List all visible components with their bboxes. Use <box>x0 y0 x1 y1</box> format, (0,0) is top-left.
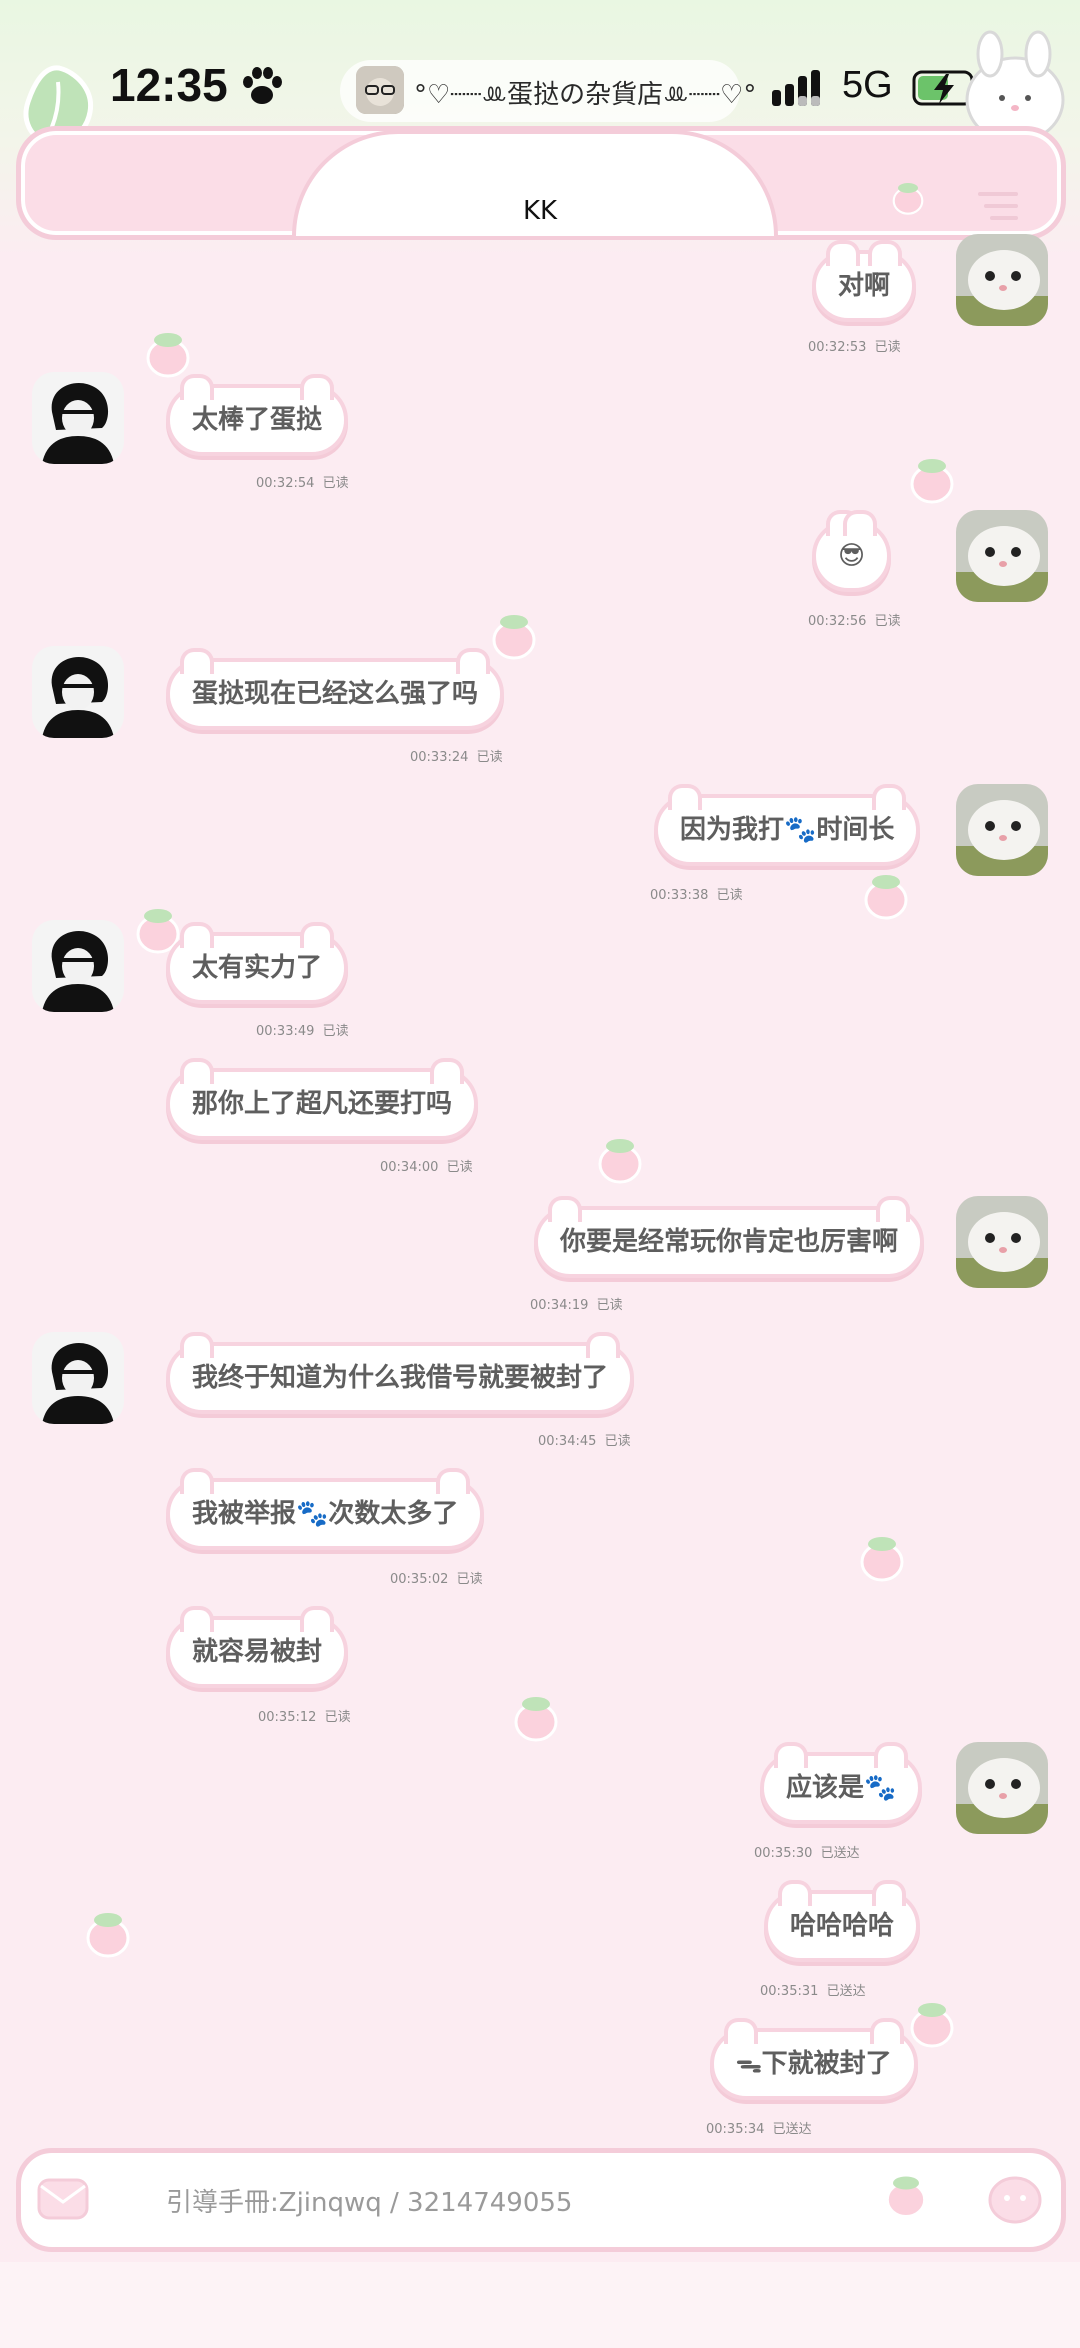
message-status: 已读 <box>874 340 901 355</box>
message-bubble-outgoing[interactable]: 你要是经常玩你肯定也厉害啊 <box>534 1196 925 1278</box>
message-time: 00:35:31 <box>760 1984 819 1999</box>
strawberry-sticker-icon <box>864 875 908 920</box>
avatar-self[interactable] <box>956 1196 1048 1288</box>
message-status: 已读 <box>322 1024 349 1039</box>
network-label: 5G <box>842 64 893 106</box>
strawberry-sticker-icon <box>598 1139 642 1184</box>
message-time: 00:35:02 <box>390 1572 449 1587</box>
message-meta: 00:34:45 已读 <box>538 1430 631 1449</box>
avatar-contact[interactable] <box>32 1332 124 1424</box>
message-meta: 00:34:00 已读 <box>380 1156 473 1175</box>
message-meta: 00:35:02 已读 <box>390 1568 483 1587</box>
message-status: 已读 <box>604 1434 631 1449</box>
message-bubble-outgoing[interactable]: 哈哈哈哈 <box>764 1880 921 1962</box>
message-time: 00:33:24 <box>410 750 469 765</box>
message-time: 00:32:54 <box>256 476 315 491</box>
strawberry-sticker-icon <box>492 615 536 660</box>
strawberry-sticker-icon <box>146 333 190 378</box>
message-time: 00:32:56 <box>808 614 867 629</box>
strawberry-sticker-icon <box>892 183 924 215</box>
avatar-contact[interactable] <box>32 646 124 738</box>
message-meta: 00:34:19 已读 <box>530 1294 623 1313</box>
message-bubble-incoming[interactable]: 蛋挞现在已经这么强了吗 <box>166 648 505 730</box>
message-bubble-incoming[interactable]: 太棒了蛋挞 <box>166 374 349 456</box>
message-time: 00:35:34 <box>706 2122 765 2137</box>
message-status: 已读 <box>324 1710 351 1725</box>
bottom-safe-area <box>0 2262 1080 2348</box>
strawberry-sticker-icon <box>514 1697 558 1742</box>
message-status: 已读 <box>596 1298 623 1313</box>
message-status: 已读 <box>446 1160 473 1175</box>
message-time: 00:32:53 <box>808 340 867 355</box>
avatar-self[interactable] <box>956 1742 1048 1834</box>
message-status: 已送达 <box>826 1984 866 1999</box>
avatar-self[interactable] <box>956 784 1048 876</box>
status-title: °♡┈┈ꔛ蛋挞の杂貨店ꔛ┈┈♡° <box>414 80 757 110</box>
message-status: 已读 <box>456 1572 483 1587</box>
message-input-placeholder[interactable]: 引導手冊:Zjinqwq / 3214749055 <box>166 2182 572 2219</box>
message-bubble-outgoing[interactable]: 对啊 <box>812 240 917 322</box>
message-bubble-incoming[interactable]: 太有实力了 <box>166 922 349 1004</box>
message-meta: 00:33:49 已读 <box>256 1020 349 1039</box>
message-meta: 00:32:54 已读 <box>256 472 349 491</box>
message-time: 00:33:38 <box>650 888 709 903</box>
message-meta: 00:35:31 已送达 <box>760 1980 866 1999</box>
message-time: 00:33:49 <box>256 1024 315 1039</box>
message-status: 已送达 <box>772 2122 812 2137</box>
message-bubble-outgoing[interactable]: 😎 <box>812 510 892 592</box>
message-status: 已送达 <box>820 1846 860 1861</box>
avatar-contact[interactable] <box>32 372 124 464</box>
message-bubble-incoming[interactable]: 那你上了超凡还要打吗 <box>166 1058 479 1140</box>
message-bubble-incoming[interactable]: 就容易被封 <box>166 1606 349 1688</box>
strawberry-sticker-icon <box>910 459 954 504</box>
message-time: 00:34:45 <box>538 1434 597 1449</box>
message-status: 已读 <box>874 614 901 629</box>
message-meta: 00:32:53 已读 <box>808 336 901 355</box>
strawberry-sticker-icon <box>910 2003 954 2048</box>
message-meta: 00:33:38 已读 <box>650 884 743 903</box>
message-meta: 00:35:30 已送达 <box>754 1842 860 1861</box>
message-time: 00:34:19 <box>530 1298 589 1313</box>
message-bubble-incoming[interactable]: 我终于知道为什么我借号就要被封了 <box>166 1332 635 1414</box>
message-bubble-incoming[interactable]: 我被举报🐾次数太多了 <box>166 1468 485 1550</box>
message-status: 已读 <box>476 750 503 765</box>
strawberry-sticker-icon <box>860 1537 904 1582</box>
message-status: 已读 <box>322 476 349 491</box>
status-time: 12:35 <box>110 59 228 111</box>
status-avatar <box>356 66 404 114</box>
message-bubble-outgoing[interactable]: ᯓ下就被封了 <box>710 2018 918 2100</box>
message-bubble-outgoing[interactable]: 应该是🐾 <box>760 1742 923 1824</box>
avatar-self[interactable] <box>956 234 1048 326</box>
avatar-contact[interactable] <box>32 920 124 1012</box>
message-meta: 00:33:24 已读 <box>410 746 503 765</box>
message-time: 00:35:30 <box>754 1846 813 1861</box>
message-bubble-outgoing[interactable]: 因为我打🐾时间长 <box>654 784 921 866</box>
message-meta: 00:32:56 已读 <box>808 610 901 629</box>
menu-icon[interactable] <box>976 188 1020 224</box>
signal-icon <box>772 70 820 106</box>
avatar-self[interactable] <box>956 510 1048 602</box>
message-time: 00:34:00 <box>380 1160 439 1175</box>
message-status: 已读 <box>716 888 743 903</box>
strawberry-sticker-icon[interactable] <box>880 2170 932 2222</box>
message-time: 00:35:12 <box>258 1710 317 1725</box>
message-meta: 00:35:12 已读 <box>258 1706 351 1725</box>
strawberry-sticker-icon <box>86 1913 130 1958</box>
message-meta: 00:35:34 已送达 <box>706 2118 812 2137</box>
emoji-sticker-icon[interactable] <box>986 2170 1044 2226</box>
paw-icon <box>243 67 282 104</box>
envelope-icon[interactable] <box>36 2174 90 2224</box>
